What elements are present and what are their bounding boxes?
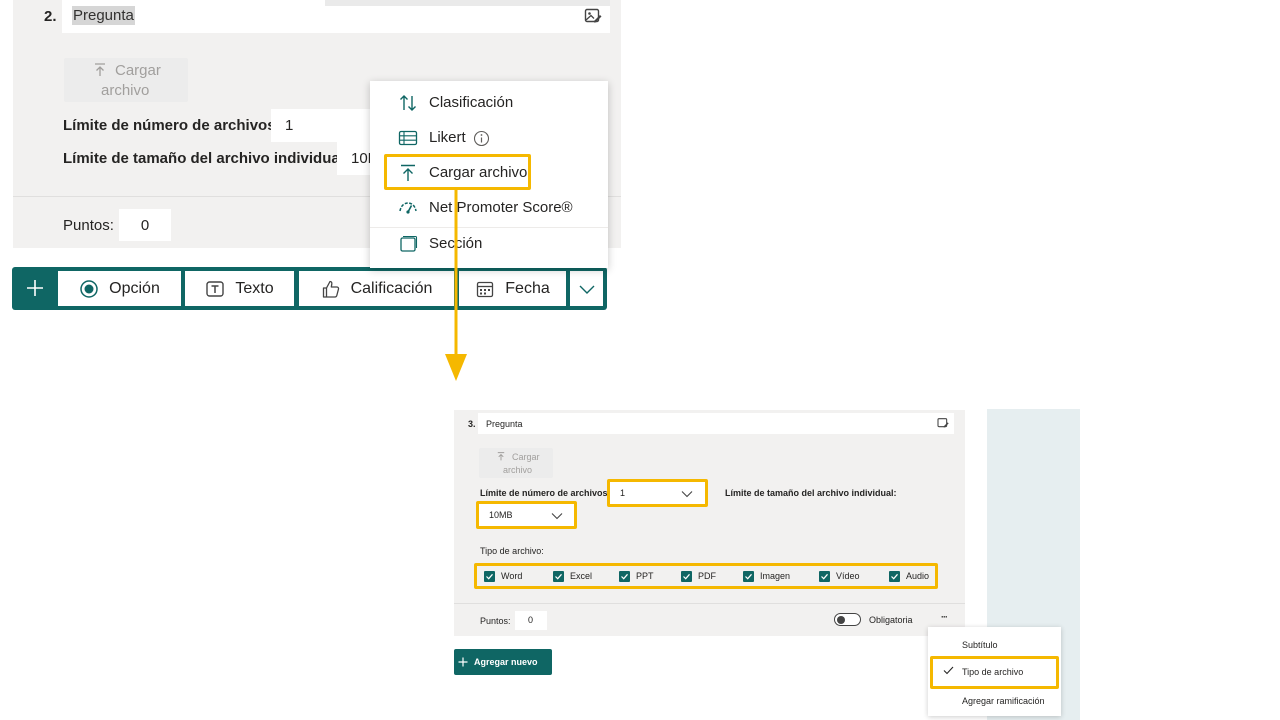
choice-label: Opción (109, 279, 160, 297)
points-value: 0 (140, 216, 150, 234)
menu-item-section[interactable]: Sección (370, 227, 608, 261)
question-title[interactable]: Pregunta (72, 6, 135, 25)
rating-button[interactable]: Calificación (299, 271, 454, 306)
points-value: 0 (528, 615, 534, 625)
likert-grid-icon (398, 129, 418, 147)
upload-file-button[interactable]: Cargar archivo (479, 448, 553, 478)
points-input[interactable]: 0 (119, 209, 171, 241)
menu-item-subtitle[interactable]: Subtítulo (928, 631, 1061, 659)
toggle-knob (837, 615, 845, 624)
more-options-icon[interactable]: ··· (941, 612, 948, 622)
menu-label-subtitle: Subtítulo (962, 640, 998, 650)
edit-image-icon[interactable] (584, 7, 602, 25)
edit-image-icon[interactable] (937, 417, 949, 429)
field-shadow (325, 0, 610, 6)
radio-icon (79, 279, 99, 299)
question-title[interactable]: Pregunta (486, 419, 523, 429)
file-count-label: Límite de número de archivos: (480, 488, 611, 498)
upload-file-button[interactable]: Cargar archivo (64, 58, 188, 102)
points-label: Puntos: (480, 616, 511, 626)
upload-label-line1: Cargar (512, 452, 540, 462)
upload-label-line1: Cargar (115, 62, 161, 79)
more-types-button[interactable] (570, 271, 603, 306)
rating-label: Calificación (350, 279, 433, 297)
chevron-down-icon (578, 283, 596, 295)
info-icon[interactable] (473, 130, 490, 147)
menu-label-ranking: Clasificación (429, 94, 514, 111)
add-question-icon[interactable] (25, 278, 45, 298)
upload-icon (497, 452, 505, 461)
sort-arrows-icon (398, 94, 418, 112)
points-input[interactable]: 0 (515, 611, 547, 630)
gauge-icon (398, 199, 418, 217)
menu-label-likert: Likert (429, 129, 466, 146)
plus-icon (458, 657, 468, 667)
question-number: 3. (468, 419, 476, 429)
add-new-button[interactable]: Agregar nuevo (454, 649, 552, 675)
highlight-file-upload (384, 154, 531, 190)
menu-item-nps[interactable]: Net Promoter Score® (370, 191, 608, 225)
required-label: Obligatoria (869, 615, 913, 625)
file-type-label: Tipo de archivo: (480, 546, 544, 556)
question-number: 2. (44, 8, 57, 25)
upload-icon (94, 63, 106, 77)
text-icon (205, 279, 225, 299)
points-label: Puntos: (63, 217, 114, 234)
add-new-label: Agregar nuevo (474, 657, 538, 667)
card-divider (454, 603, 965, 604)
menu-item-likert[interactable]: Likert (370, 121, 608, 155)
choice-button[interactable]: Opción (58, 271, 181, 306)
date-button[interactable]: Fecha (459, 271, 566, 306)
highlight-file-size (476, 501, 577, 529)
menu-label-branching: Agregar ramificación (962, 696, 1045, 706)
highlight-file-count (607, 479, 708, 507)
file-size-label: Límite de tamaño del archivo individual: (63, 150, 349, 167)
file-size-label: Límite de tamaño del archivo individual: (725, 488, 897, 498)
question-title-field[interactable] (478, 413, 954, 434)
menu-item-ranking[interactable]: Clasificación (370, 86, 608, 120)
section-icon (398, 235, 418, 253)
question-type-toolbar: Opción Texto Calificación Fecha (12, 267, 607, 310)
highlight-file-types (474, 563, 938, 589)
text-label: Texto (235, 279, 274, 297)
file-count-value: 1 (285, 117, 294, 134)
highlight-file-type-option (930, 656, 1059, 689)
calendar-icon (475, 279, 495, 299)
required-toggle[interactable] (834, 613, 861, 626)
menu-item-branching[interactable]: Agregar ramificación (928, 687, 1061, 715)
connector-arrow (445, 188, 467, 381)
upload-label-line2: archivo (503, 465, 533, 475)
file-count-select[interactable]: 1 (271, 109, 371, 142)
thumbs-up-icon (321, 279, 341, 299)
text-button[interactable]: Texto (185, 271, 294, 306)
date-label: Fecha (505, 279, 550, 297)
file-count-label: Límite de número de archivos: (63, 117, 281, 134)
upload-label-line2: archivo (101, 82, 150, 99)
